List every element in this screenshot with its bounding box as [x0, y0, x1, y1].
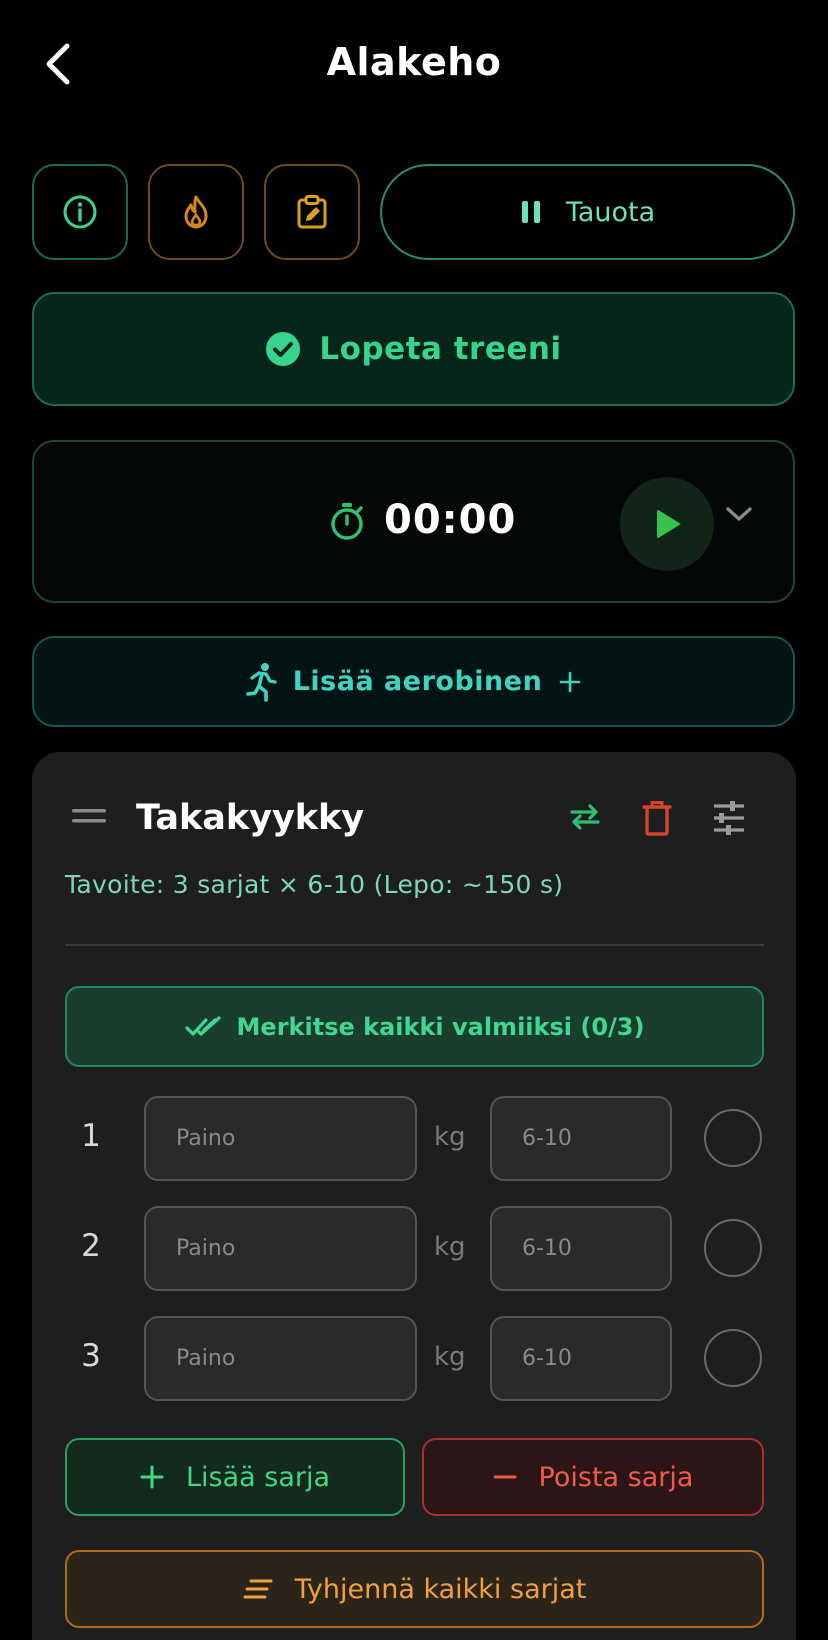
- start-timer-button[interactable]: [620, 477, 714, 571]
- set-row: 3 Paino kg 6-10: [32, 1316, 796, 1401]
- set-row: 2 Paino kg 6-10: [32, 1206, 796, 1291]
- pause-button[interactable]: Tauota: [380, 164, 795, 260]
- mark-all-done-button[interactable]: Merkitse kaikki valmiiksi (0/3): [65, 986, 764, 1067]
- weight-unit: kg: [434, 1122, 466, 1152]
- pause-icon: [521, 201, 540, 223]
- add-aerobic-label: Lisää aerobinen: [292, 666, 543, 697]
- weight-input[interactable]: Paino: [144, 1316, 417, 1401]
- minus-icon: [493, 1475, 517, 1479]
- add-set-label: Lisää sarja: [185, 1461, 331, 1493]
- weight-input[interactable]: Paino: [144, 1096, 417, 1181]
- page-title: Alakeho: [326, 40, 502, 84]
- set-number: 3: [81, 1338, 101, 1374]
- add-set-button[interactable]: Lisää sarja: [65, 1438, 405, 1516]
- plus-icon: [140, 1465, 164, 1489]
- info-icon: [63, 195, 97, 229]
- set-number: 1: [81, 1118, 101, 1154]
- stopwatch-icon: [331, 503, 363, 540]
- weight-input[interactable]: Paino: [144, 1206, 417, 1291]
- play-icon: [657, 510, 680, 538]
- mark-all-label: Merkitse kaikki valmiiksi (0/3): [236, 1012, 645, 1041]
- notes-button[interactable]: [264, 164, 360, 260]
- weight-unit: kg: [434, 1232, 466, 1262]
- weight-unit: kg: [434, 1342, 466, 1372]
- drag-handle-icon[interactable]: [72, 808, 106, 824]
- finish-label: Lopeta treeni: [319, 331, 562, 367]
- swap-exercise-icon[interactable]: [568, 802, 602, 832]
- clipboard-edit-icon: [297, 195, 327, 229]
- clear-all-sets-button[interactable]: Tyhjennä kaikki sarjat: [65, 1550, 764, 1628]
- exercise-name: Takakyykky: [136, 798, 365, 838]
- clear-list-icon: [243, 1579, 273, 1599]
- remove-set-label: Poista sarja: [538, 1461, 694, 1493]
- pause-label: Tauota: [565, 196, 656, 228]
- plus-icon: [559, 671, 581, 692]
- chevron-down-icon[interactable]: [724, 504, 754, 524]
- exercise-target: Tavoite: 3 sarjat × 6-10 (Lepo: ~150 s): [65, 870, 564, 899]
- running-icon: [245, 662, 277, 702]
- flame-icon: [184, 195, 208, 229]
- check-circle-icon: [266, 332, 301, 366]
- double-check-icon: [184, 1015, 221, 1036]
- timer-display: 00:00: [384, 497, 517, 543]
- finish-workout-button[interactable]: Lopeta treeni: [32, 292, 795, 406]
- set-complete-checkbox[interactable]: [704, 1109, 762, 1167]
- set-complete-checkbox[interactable]: [704, 1329, 762, 1387]
- trash-icon[interactable]: [642, 800, 672, 836]
- calories-button[interactable]: [148, 164, 244, 260]
- set-complete-checkbox[interactable]: [704, 1219, 762, 1277]
- set-row: 1 Paino kg 6-10: [32, 1096, 796, 1181]
- add-aerobic-button[interactable]: Lisää aerobinen: [32, 636, 795, 727]
- clear-all-label: Tyhjennä kaikki sarjat: [294, 1573, 587, 1605]
- exercise-card: Takakyykky Tavoite: 3 sarjat × 6-10 (Lep…: [32, 752, 796, 1640]
- info-button[interactable]: [32, 164, 128, 260]
- set-number: 2: [81, 1228, 101, 1264]
- tune-settings-icon[interactable]: [712, 800, 746, 836]
- reps-input[interactable]: 6-10: [490, 1316, 672, 1401]
- rest-timer-panel: 00:00: [32, 440, 795, 603]
- reps-input[interactable]: 6-10: [490, 1096, 672, 1181]
- divider: [65, 944, 764, 946]
- reps-input[interactable]: 6-10: [490, 1206, 672, 1291]
- app-header: Alakeho: [0, 0, 828, 130]
- remove-set-button[interactable]: Poista sarja: [422, 1438, 764, 1516]
